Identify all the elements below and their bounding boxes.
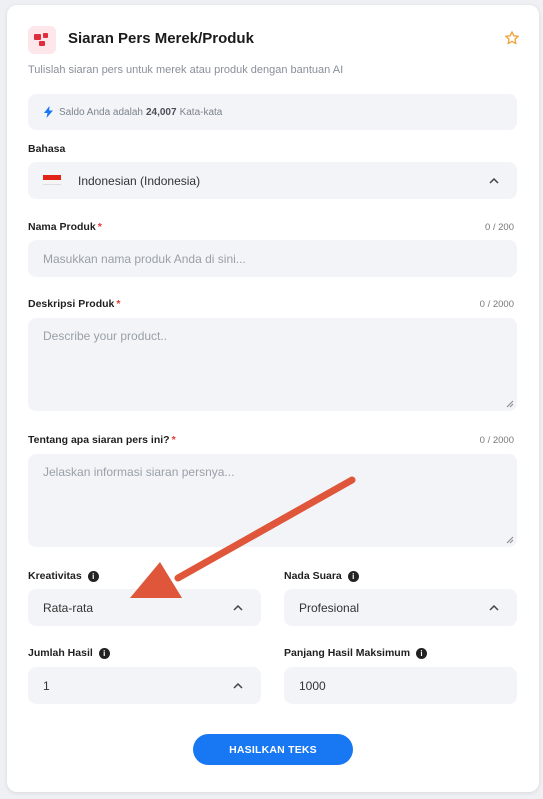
result-count-select[interactable]: 1 — [28, 667, 261, 704]
resize-handle-icon[interactable] — [506, 536, 514, 544]
favorite-star-icon[interactable] — [504, 30, 520, 46]
tone-label: Nada Suara i — [284, 570, 359, 582]
creativity-select[interactable]: Rata-rata — [28, 589, 261, 626]
indonesia-flag-icon — [43, 175, 61, 185]
required-asterisk: * — [116, 298, 121, 310]
balance-amount: 24,007 — [145, 106, 177, 118]
product-description-placeholder: Describe your product.. — [43, 329, 168, 343]
balance-suffix: Kata-kata — [179, 106, 223, 118]
info-icon[interactable]: i — [347, 571, 359, 582]
info-icon[interactable]: i — [416, 648, 428, 659]
language-select[interactable]: Indonesian (Indonesia) — [28, 162, 517, 199]
creativity-value: Rata-rata — [43, 600, 94, 615]
press-release-topic-placeholder: Jelaskan informasi siaran persnya... — [43, 465, 235, 479]
required-asterisk: * — [97, 221, 102, 233]
chevron-up-icon — [489, 604, 499, 611]
info-icon[interactable]: i — [98, 648, 110, 659]
lightning-icon — [44, 106, 53, 118]
creativity-label: Kreativitas i — [28, 570, 99, 582]
product-description-counter: 0 / 2000 — [479, 299, 514, 310]
tone-select[interactable]: Profesional — [284, 589, 517, 626]
tone-value: Profesional — [299, 600, 360, 615]
product-name-counter: 0 / 200 — [484, 222, 514, 233]
press-release-topic-textarea[interactable]: Jelaskan informasi siaran persnya... — [28, 454, 517, 547]
word-balance-banner: Saldo Anda adalah 24,007 Kata-kata — [28, 94, 517, 130]
balance-prefix: Saldo Anda adalah — [59, 106, 143, 118]
chevron-up-icon — [489, 177, 499, 184]
language-label: Bahasa — [28, 143, 66, 155]
product-name-placeholder: Masukkan nama produk Anda di sini... — [43, 251, 246, 266]
page-subtitle: Tulislah siaran pers untuk merek atau pr… — [28, 64, 344, 76]
language-value: Indonesian (Indonesia) — [78, 173, 201, 188]
product-description-label: Deskripsi Produk * — [28, 298, 121, 310]
press-release-topic-label: Tentang apa siaran pers ini? * — [28, 434, 176, 446]
result-count-value: 1 — [43, 678, 50, 693]
chevron-up-icon — [233, 604, 243, 611]
max-length-input[interactable]: 1000 — [284, 667, 517, 704]
form-header: Siaran Pers Merek/Produk — [28, 26, 520, 54]
press-release-topic-counter: 0 / 2000 — [479, 435, 514, 446]
generate-text-button[interactable]: HASILKAN TEKS — [193, 734, 353, 765]
page-title: Siaran Pers Merek/Produk — [68, 30, 254, 47]
product-name-label: Nama Produk * — [28, 221, 102, 233]
product-name-input[interactable]: Masukkan nama produk Anda di sini... — [28, 240, 517, 277]
result-count-label: Jumlah Hasil i — [28, 647, 110, 659]
product-description-textarea[interactable]: Describe your product.. — [28, 318, 517, 411]
required-asterisk: * — [171, 434, 176, 446]
max-length-value: 1000 — [299, 678, 326, 693]
app-logo-icon — [28, 26, 56, 54]
max-length-label: Panjang Hasil Maksimum i — [284, 647, 428, 659]
resize-handle-icon[interactable] — [506, 400, 514, 408]
info-icon[interactable]: i — [87, 571, 99, 582]
chevron-up-icon — [233, 682, 243, 689]
